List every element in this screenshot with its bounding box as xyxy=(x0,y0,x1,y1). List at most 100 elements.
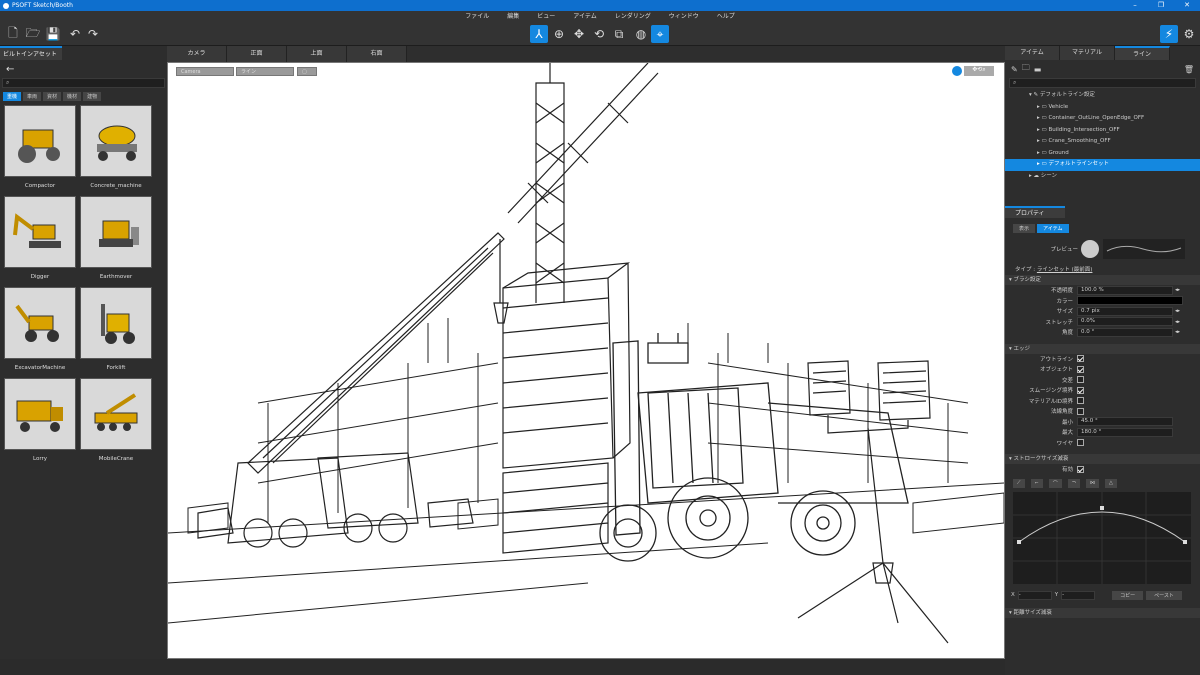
stepper-icon[interactable]: ◂▸ xyxy=(1175,308,1180,314)
stroke-section-header[interactable]: ▾ ストロークサイズ減衰 xyxy=(1005,454,1200,464)
preset-arch-icon[interactable]: ⌒ xyxy=(1048,478,1062,488)
menu-help[interactable]: ヘルプ xyxy=(717,11,735,23)
edge-checkbox[interactable] xyxy=(1077,376,1084,384)
max-angle-field[interactable]: 180.0 ° xyxy=(1077,427,1173,437)
color-swatch[interactable] xyxy=(1077,296,1183,306)
edge-checkbox[interactable] xyxy=(1077,397,1084,405)
tree-node[interactable]: ▸ ☁ シーン xyxy=(1005,171,1200,183)
tab-front[interactable]: 正面 xyxy=(227,46,287,62)
edge-checkbox[interactable] xyxy=(1077,407,1084,415)
snap-tool-icon[interactable]: ⌖ xyxy=(651,25,669,43)
category-equipment[interactable]: 機材 xyxy=(63,92,82,101)
brush-section-header[interactable]: ▾ ブラシ設定 xyxy=(1005,275,1200,285)
brush-icon[interactable]: ✎ xyxy=(1011,65,1018,74)
trash-icon[interactable]: 🗑 xyxy=(1184,65,1194,74)
subtab-display[interactable]: 表示 xyxy=(1013,224,1036,233)
asset-thumbnail[interactable] xyxy=(80,287,152,359)
preset-bow-icon[interactable]: ⋈ xyxy=(1085,478,1099,488)
asset-thumbnail[interactable] xyxy=(80,105,152,177)
menu-window[interactable]: ウィンドウ xyxy=(669,11,699,23)
menu-render[interactable]: レンダリング xyxy=(615,11,651,23)
render-icon[interactable]: ⚡ xyxy=(1160,25,1178,43)
undo-icon[interactable]: ↶ xyxy=(66,25,84,43)
tab-right[interactable]: 右面 xyxy=(347,46,407,62)
move-tool-icon[interactable]: ✥ xyxy=(570,25,588,43)
line-search-input[interactable]: ⌕ xyxy=(1009,78,1196,88)
tab-top[interactable]: 上面 xyxy=(287,46,347,62)
preset-ease-out-icon[interactable]: ¬ xyxy=(1067,478,1080,488)
menu-view[interactable]: ビュー xyxy=(537,11,555,23)
tab-lines[interactable]: ライン xyxy=(1115,46,1170,60)
brush-param-field[interactable]: 100.0 % xyxy=(1077,285,1173,295)
preset-peak-icon[interactable]: △ xyxy=(1104,478,1117,488)
brush-param-field[interactable]: 0.0% xyxy=(1077,317,1173,327)
menu-edit[interactable]: 編集 xyxy=(507,11,519,23)
edge-checkbox[interactable] xyxy=(1077,355,1084,363)
subtab-item[interactable]: アイテム xyxy=(1037,224,1069,233)
asset-thumbnail[interactable] xyxy=(4,287,76,359)
render-viewport[interactable]: Camera ライン ▢ ✥⟲⌕ xyxy=(167,62,1005,659)
edge-checkbox[interactable] xyxy=(1077,365,1084,373)
asset-item[interactable]: Earthmover xyxy=(80,196,152,287)
orbit-tool-icon[interactable]: ⊕ xyxy=(550,25,568,43)
tree-node[interactable]: ▸ ▭ Vehicle xyxy=(1005,102,1200,114)
category-building[interactable]: 建物 xyxy=(83,92,102,101)
y-field[interactable]: - xyxy=(1061,590,1096,600)
paste-button[interactable]: ペースト xyxy=(1146,590,1182,600)
asset-item[interactable]: Lorry xyxy=(4,378,76,469)
asset-thumbnail[interactable] xyxy=(80,378,152,450)
gear-icon[interactable]: ⚙ xyxy=(1180,25,1198,43)
tab-items[interactable]: アイテム xyxy=(1005,46,1060,60)
x-field[interactable]: - xyxy=(1017,590,1052,600)
redo-icon[interactable]: ↷ xyxy=(84,25,102,43)
tab-properties[interactable]: プロパティ xyxy=(1005,206,1065,218)
tab-materials[interactable]: マテリアル xyxy=(1060,46,1115,60)
tree-node[interactable]: ▸ ▭ Building_Intersection_OFF xyxy=(1005,125,1200,137)
tree-node[interactable]: ▾ ✎ デフォルトライン設定 xyxy=(1005,90,1200,102)
brush-param-field[interactable]: 0.0 ° xyxy=(1077,327,1173,337)
min-angle-field[interactable]: 45.0 ° xyxy=(1077,417,1173,427)
asset-item[interactable]: Concrete_machine xyxy=(80,105,152,196)
back-arrow-icon[interactable]: ← xyxy=(0,60,167,78)
stepper-icon[interactable]: ◂▸ xyxy=(1175,287,1180,293)
asset-thumbnail[interactable] xyxy=(4,378,76,450)
add-folder-icon[interactable]: 🗀 xyxy=(1022,62,1030,76)
category-vehicle[interactable]: 車両 xyxy=(23,92,42,101)
folder-icon[interactable]: ▬ xyxy=(1034,65,1042,74)
tree-node[interactable]: ▸ ▭ デフォルトラインセット xyxy=(1005,159,1200,171)
stroke-enable-checkbox[interactable] xyxy=(1077,465,1084,473)
close-icon[interactable]: ✕ xyxy=(1174,0,1200,11)
tree-node[interactable]: ▸ ▭ Crane_Smoothing_OFF xyxy=(1005,136,1200,148)
asset-thumbnail[interactable] xyxy=(80,196,152,268)
asset-item[interactable]: Compactor xyxy=(4,105,76,196)
asset-item[interactable]: ExcavatorMachine xyxy=(4,287,76,378)
asset-item[interactable]: MobileCrane xyxy=(80,378,152,469)
tree-node[interactable]: ▸ ▭ Ground xyxy=(1005,148,1200,160)
asset-item[interactable]: Digger xyxy=(4,196,76,287)
menu-item[interactable]: アイテム xyxy=(573,11,596,23)
new-file-icon[interactable]: 🗋 xyxy=(4,25,22,43)
attenuation-curve-editor[interactable] xyxy=(1013,491,1191,584)
stepper-icon[interactable]: ◂▸ xyxy=(1175,319,1180,325)
globe-icon[interactable]: ◍ xyxy=(632,25,650,43)
asset-item[interactable]: Forklift xyxy=(80,287,152,378)
open-folder-icon[interactable]: 🗁 xyxy=(24,25,42,43)
rotate-tool-icon[interactable]: ⟲ xyxy=(590,25,608,43)
preset-ease-in-icon[interactable]: ⌐ xyxy=(1030,478,1043,488)
axis-tool-icon[interactable]: ⅄ xyxy=(530,25,548,43)
edge-checkbox[interactable] xyxy=(1077,386,1084,394)
asset-thumbnail[interactable] xyxy=(4,105,76,177)
scale-tool-icon[interactable]: ⧉ xyxy=(610,25,628,43)
preset-linear-icon[interactable]: ⟋ xyxy=(1013,478,1025,488)
tab-builtin-assets[interactable]: ビルトインアセット xyxy=(0,46,62,60)
tree-node[interactable]: ▸ ▭ Container_OutLine_OpenEdge_OFF xyxy=(1005,113,1200,125)
brush-param-field[interactable]: 0.7 pix xyxy=(1077,306,1173,316)
asset-thumbnail[interactable] xyxy=(4,196,76,268)
category-heavy[interactable]: 重機 xyxy=(3,92,22,101)
save-icon[interactable]: 💾 xyxy=(44,25,62,43)
distance-section-header[interactable]: ▾ 距離サイズ減衰 xyxy=(1005,607,1200,618)
edge-section-header[interactable]: ▾ エッジ xyxy=(1005,343,1200,354)
asset-search-input[interactable]: ⌕ xyxy=(2,78,165,88)
tab-camera[interactable]: カメラ xyxy=(167,46,227,62)
wire-checkbox[interactable] xyxy=(1077,439,1084,447)
